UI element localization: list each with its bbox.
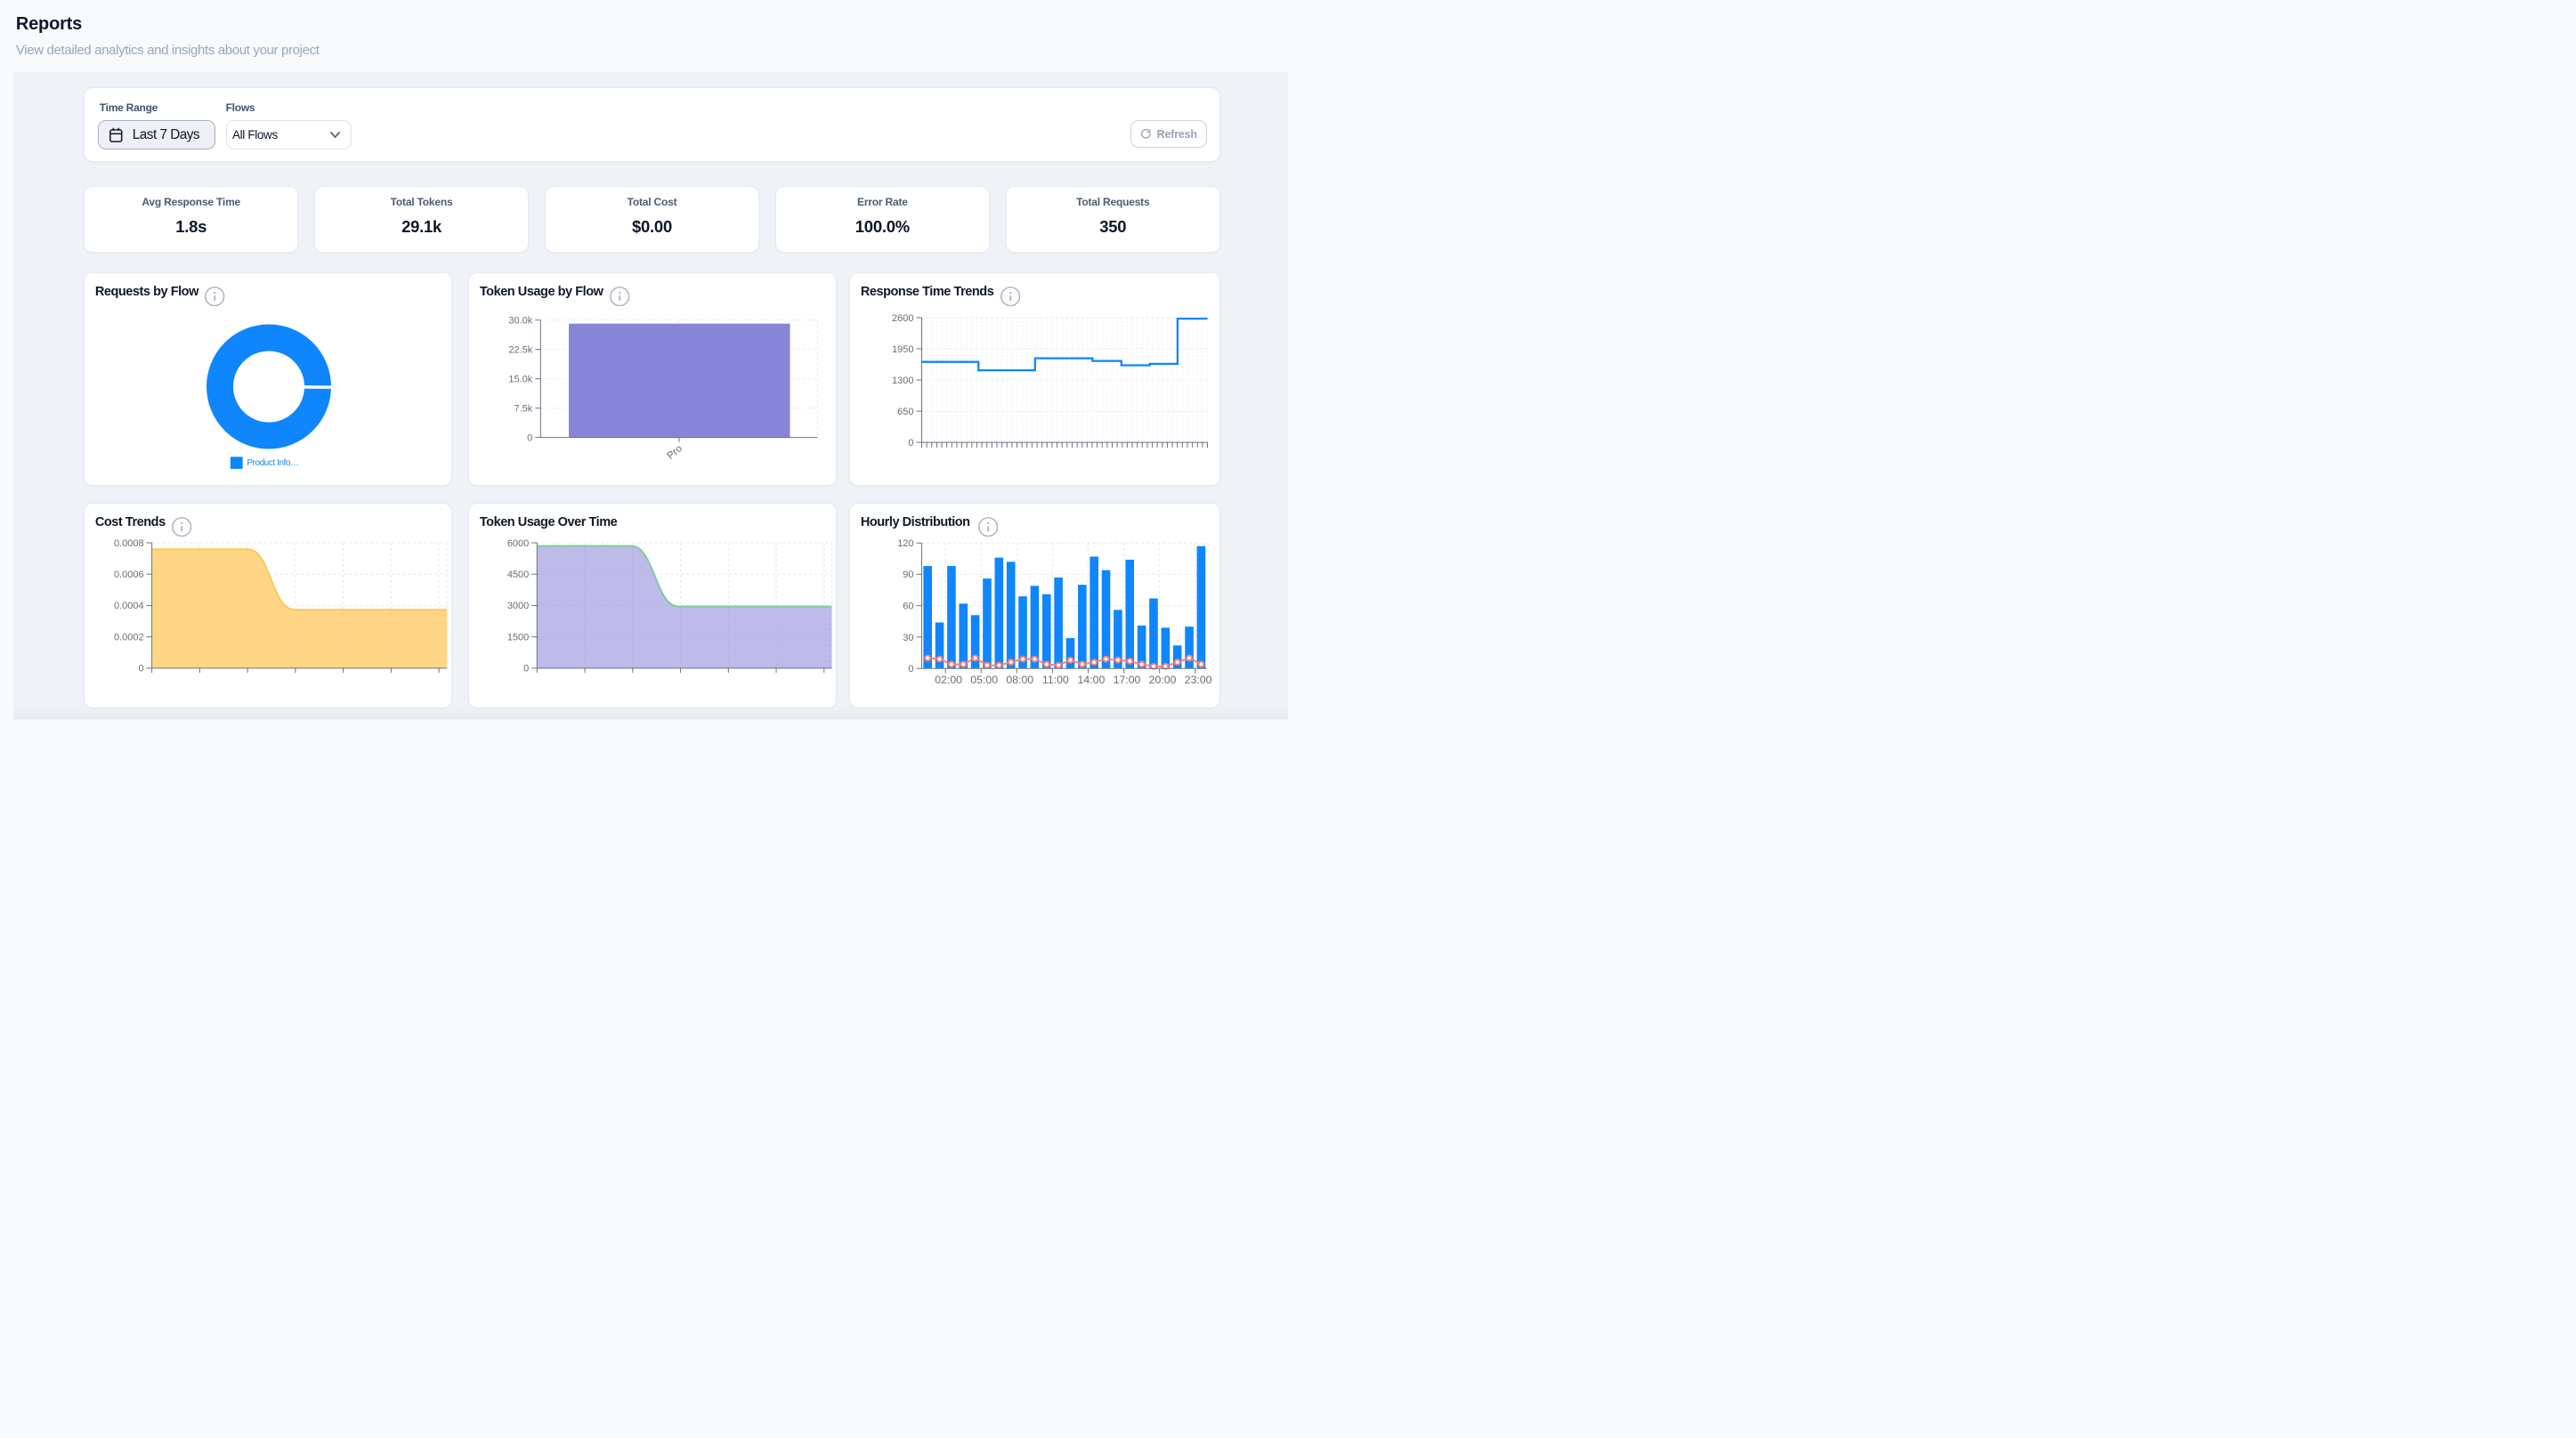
svg-text:90: 90	[903, 570, 913, 580]
svg-text:Pro: Pro	[665, 443, 684, 462]
svg-text:0: 0	[138, 664, 143, 675]
svg-text:0: 0	[908, 664, 913, 675]
svg-text:20:00: 20:00	[1148, 674, 1176, 686]
svg-text:22.5k: 22.5k	[508, 345, 532, 356]
svg-text:1300: 1300	[892, 376, 913, 386]
svg-text:14:00: 14:00	[1077, 674, 1105, 686]
svg-text:120: 120	[897, 538, 913, 549]
svg-text:08:00: 08:00	[1006, 674, 1033, 686]
svg-text:23:00: 23:00	[1184, 674, 1211, 686]
svg-text:11:00: 11:00	[1041, 674, 1068, 686]
svg-text:0.0004: 0.0004	[114, 601, 144, 611]
svg-text:60: 60	[903, 602, 913, 612]
svg-text:4500: 4500	[506, 570, 528, 580]
svg-text:02:00: 02:00	[935, 674, 962, 686]
svg-text:30: 30	[903, 633, 913, 643]
svg-text:0.0002: 0.0002	[114, 633, 144, 643]
svg-text:0.0008: 0.0008	[114, 538, 144, 549]
svg-text:05:00: 05:00	[970, 674, 998, 686]
svg-text:3000: 3000	[506, 601, 528, 611]
svg-text:17:00: 17:00	[1113, 674, 1140, 686]
svg-text:650: 650	[897, 407, 913, 417]
svg-text:2600: 2600	[892, 313, 913, 324]
svg-text:6000: 6000	[506, 538, 528, 549]
svg-text:0.0006: 0.0006	[114, 570, 144, 580]
svg-text:15.0k: 15.0k	[508, 375, 532, 385]
svg-text:30.0k: 30.0k	[508, 316, 532, 327]
svg-text:0: 0	[527, 432, 532, 443]
svg-text:1950: 1950	[892, 344, 913, 355]
svg-text:0: 0	[523, 664, 529, 675]
svg-text:1500: 1500	[506, 633, 528, 643]
svg-text:Product Info…: Product Info…	[247, 458, 299, 468]
svg-text:0: 0	[908, 438, 913, 448]
svg-text:7.5k: 7.5k	[514, 403, 532, 414]
